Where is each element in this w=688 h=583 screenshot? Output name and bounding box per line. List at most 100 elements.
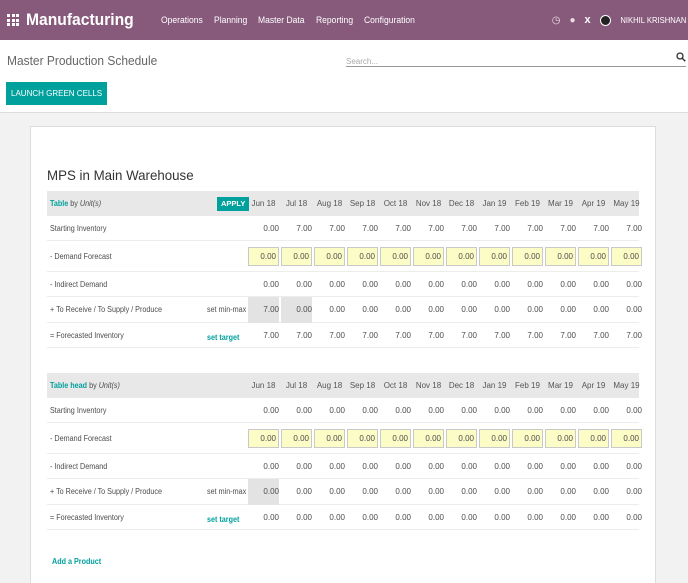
demand-forecast-input[interactable]: 0.00	[479, 429, 510, 448]
demand-forecast-input[interactable]: 0.00	[545, 247, 576, 266]
value-cell: 0.00	[593, 280, 609, 289]
demand-forecast-row: - Demand Forecast 0.00 0.00 0.00 0.00 0.00 0.0…	[47, 241, 642, 272]
value-cell: 0.00	[593, 462, 609, 471]
value-cell: 7.00	[593, 224, 609, 233]
value-cell: 7.00	[395, 331, 411, 340]
avatar[interactable]	[599, 14, 611, 26]
user-name[interactable]: NIKHIL KRISHNAN	[620, 15, 686, 25]
app-brand: Manufacturing	[26, 10, 134, 29]
add-product-link[interactable]: Add a Product	[52, 557, 101, 566]
demand-forecast-input[interactable]: 0.00	[248, 247, 279, 266]
launch-green-cells-button[interactable]: LAUNCH GREEN CELLS	[6, 82, 108, 105]
value-cell[interactable]: 0.00	[380, 479, 411, 505]
demand-forecast-input[interactable]: 0.00	[446, 429, 477, 448]
menu-configuration[interactable]: Configuration	[364, 15, 415, 25]
value-cell: 0.00	[296, 513, 312, 522]
value-cell[interactable]: 0.00	[545, 479, 576, 505]
demand-forecast-input[interactable]: 0.00	[611, 247, 642, 266]
value-cell[interactable]: 0.00	[281, 479, 312, 505]
chat-icon[interactable]: ●	[569, 15, 575, 26]
value-cell[interactable]: 0.00	[479, 479, 510, 505]
demand-forecast-input[interactable]: 0.00	[413, 429, 444, 448]
value-cell[interactable]: 0.00	[446, 479, 477, 505]
menu-planning[interactable]: Planning	[214, 15, 247, 25]
demand-forecast-input[interactable]: 0.00	[380, 429, 411, 448]
clock-icon[interactable]: ◷	[552, 15, 561, 26]
apps-grid-icon[interactable]	[7, 14, 19, 26]
demand-forecast-input[interactable]: 0.00	[446, 247, 477, 266]
value-cell[interactable]: 0.00	[347, 479, 378, 505]
product-name-link[interactable]: Table head	[50, 381, 87, 390]
demand-forecast-input[interactable]: 0.00	[380, 247, 411, 266]
demand-forecast-input[interactable]: 0.00	[347, 429, 378, 448]
menu-master-data[interactable]: Master Data	[258, 15, 305, 25]
row-label: + To Receive / To Supply / Produce	[50, 305, 163, 314]
demand-forecast-input[interactable]: 0.00	[248, 429, 279, 448]
demand-forecast-input[interactable]: 0.00	[479, 247, 510, 266]
month-header: Oct 18	[383, 381, 408, 390]
menu-operations[interactable]: Operations	[161, 15, 203, 25]
value-cell[interactable]: 7.00	[248, 297, 279, 323]
month-header: May 19	[613, 381, 640, 390]
value-cell[interactable]: 0.00	[314, 479, 345, 505]
value-cell[interactable]: 0.00	[512, 479, 543, 505]
search-input[interactable]	[346, 55, 666, 66]
value-cell[interactable]: 0.00	[479, 297, 510, 323]
demand-forecast-input[interactable]: 0.00	[413, 247, 444, 266]
value-cell: 7.00	[362, 224, 378, 233]
demand-forecast-input[interactable]: 0.00	[578, 247, 609, 266]
month-header: Apr 19	[581, 199, 606, 208]
apply-button[interactable]: APPLY	[217, 197, 250, 211]
demand-forecast-input[interactable]: 0.00	[281, 429, 312, 448]
demand-forecast-input[interactable]: 0.00	[314, 429, 345, 448]
value-cell[interactable]: 0.00	[347, 297, 378, 323]
value-cell[interactable]: 0.00	[380, 297, 411, 323]
top-navbar: Manufacturing Operations Planning Master…	[0, 0, 688, 40]
menu-reporting[interactable]: Reporting	[316, 15, 353, 25]
value-cell[interactable]: 0.00	[578, 479, 609, 505]
value-cell[interactable]: 0.00	[413, 297, 444, 323]
demand-forecast-input[interactable]: 0.00	[611, 429, 642, 448]
row-label: = Forecasted Inventory	[50, 331, 124, 340]
month-header: Oct 18	[383, 199, 408, 208]
value-cell[interactable]: 0.00	[413, 479, 444, 505]
value-cell: 0.00	[560, 280, 576, 289]
set-target-link[interactable]: set target	[207, 323, 239, 352]
value-cell: 0.00	[626, 513, 642, 522]
search-icon[interactable]	[676, 52, 686, 65]
demand-forecast-input[interactable]: 0.00	[578, 429, 609, 448]
value-cell[interactable]: 0.00	[446, 297, 477, 323]
value-cell: 0.00	[428, 406, 444, 415]
value-cell[interactable]: 0.00	[512, 297, 543, 323]
demand-forecast-input[interactable]: 0.00	[512, 429, 543, 448]
demand-forecast-input[interactable]: 0.00	[314, 247, 345, 266]
value-cell[interactable]: 0.00	[281, 297, 312, 323]
demand-forecast-input[interactable]: 0.00	[545, 429, 576, 448]
value-cell: 0.00	[362, 462, 378, 471]
value-cell: 0.00	[461, 513, 477, 522]
close-icon[interactable]: x	[585, 14, 591, 26]
control-panel: Master Production Schedule LAUNCH GREEN …	[0, 40, 688, 113]
month-header: Mar 19	[548, 381, 573, 390]
month-header: Apr 19	[581, 381, 606, 390]
value-cell[interactable]: 0.00	[248, 479, 279, 505]
value-cell: 0.00	[560, 406, 576, 415]
value-cell[interactable]: 0.00	[578, 297, 609, 323]
value-cell[interactable]: 0.00	[611, 479, 642, 505]
set-min-max-link[interactable]: set min-max	[207, 479, 246, 505]
value-cell[interactable]: 0.00	[611, 297, 642, 323]
set-target-link[interactable]: set target	[207, 505, 239, 534]
value-cell: 0.00	[362, 406, 378, 415]
set-min-max-link[interactable]: set min-max	[207, 297, 246, 323]
demand-forecast-input[interactable]: 0.00	[281, 247, 312, 266]
value-cell[interactable]: 0.00	[545, 297, 576, 323]
product-header-row: Table head by Unit(s) Jun 18 Jul 18 Aug 18 S…	[47, 373, 640, 398]
product-name-link[interactable]: Table	[50, 199, 68, 208]
value-cell: 0.00	[329, 406, 345, 415]
demand-forecast-input[interactable]: 0.00	[512, 247, 543, 266]
value-cell: 0.00	[626, 462, 642, 471]
demand-forecast-input[interactable]: 0.00	[347, 247, 378, 266]
month-header: Nov 18	[415, 199, 442, 208]
value-cell[interactable]: 0.00	[314, 297, 345, 323]
month-header: Nov 18	[415, 381, 442, 390]
